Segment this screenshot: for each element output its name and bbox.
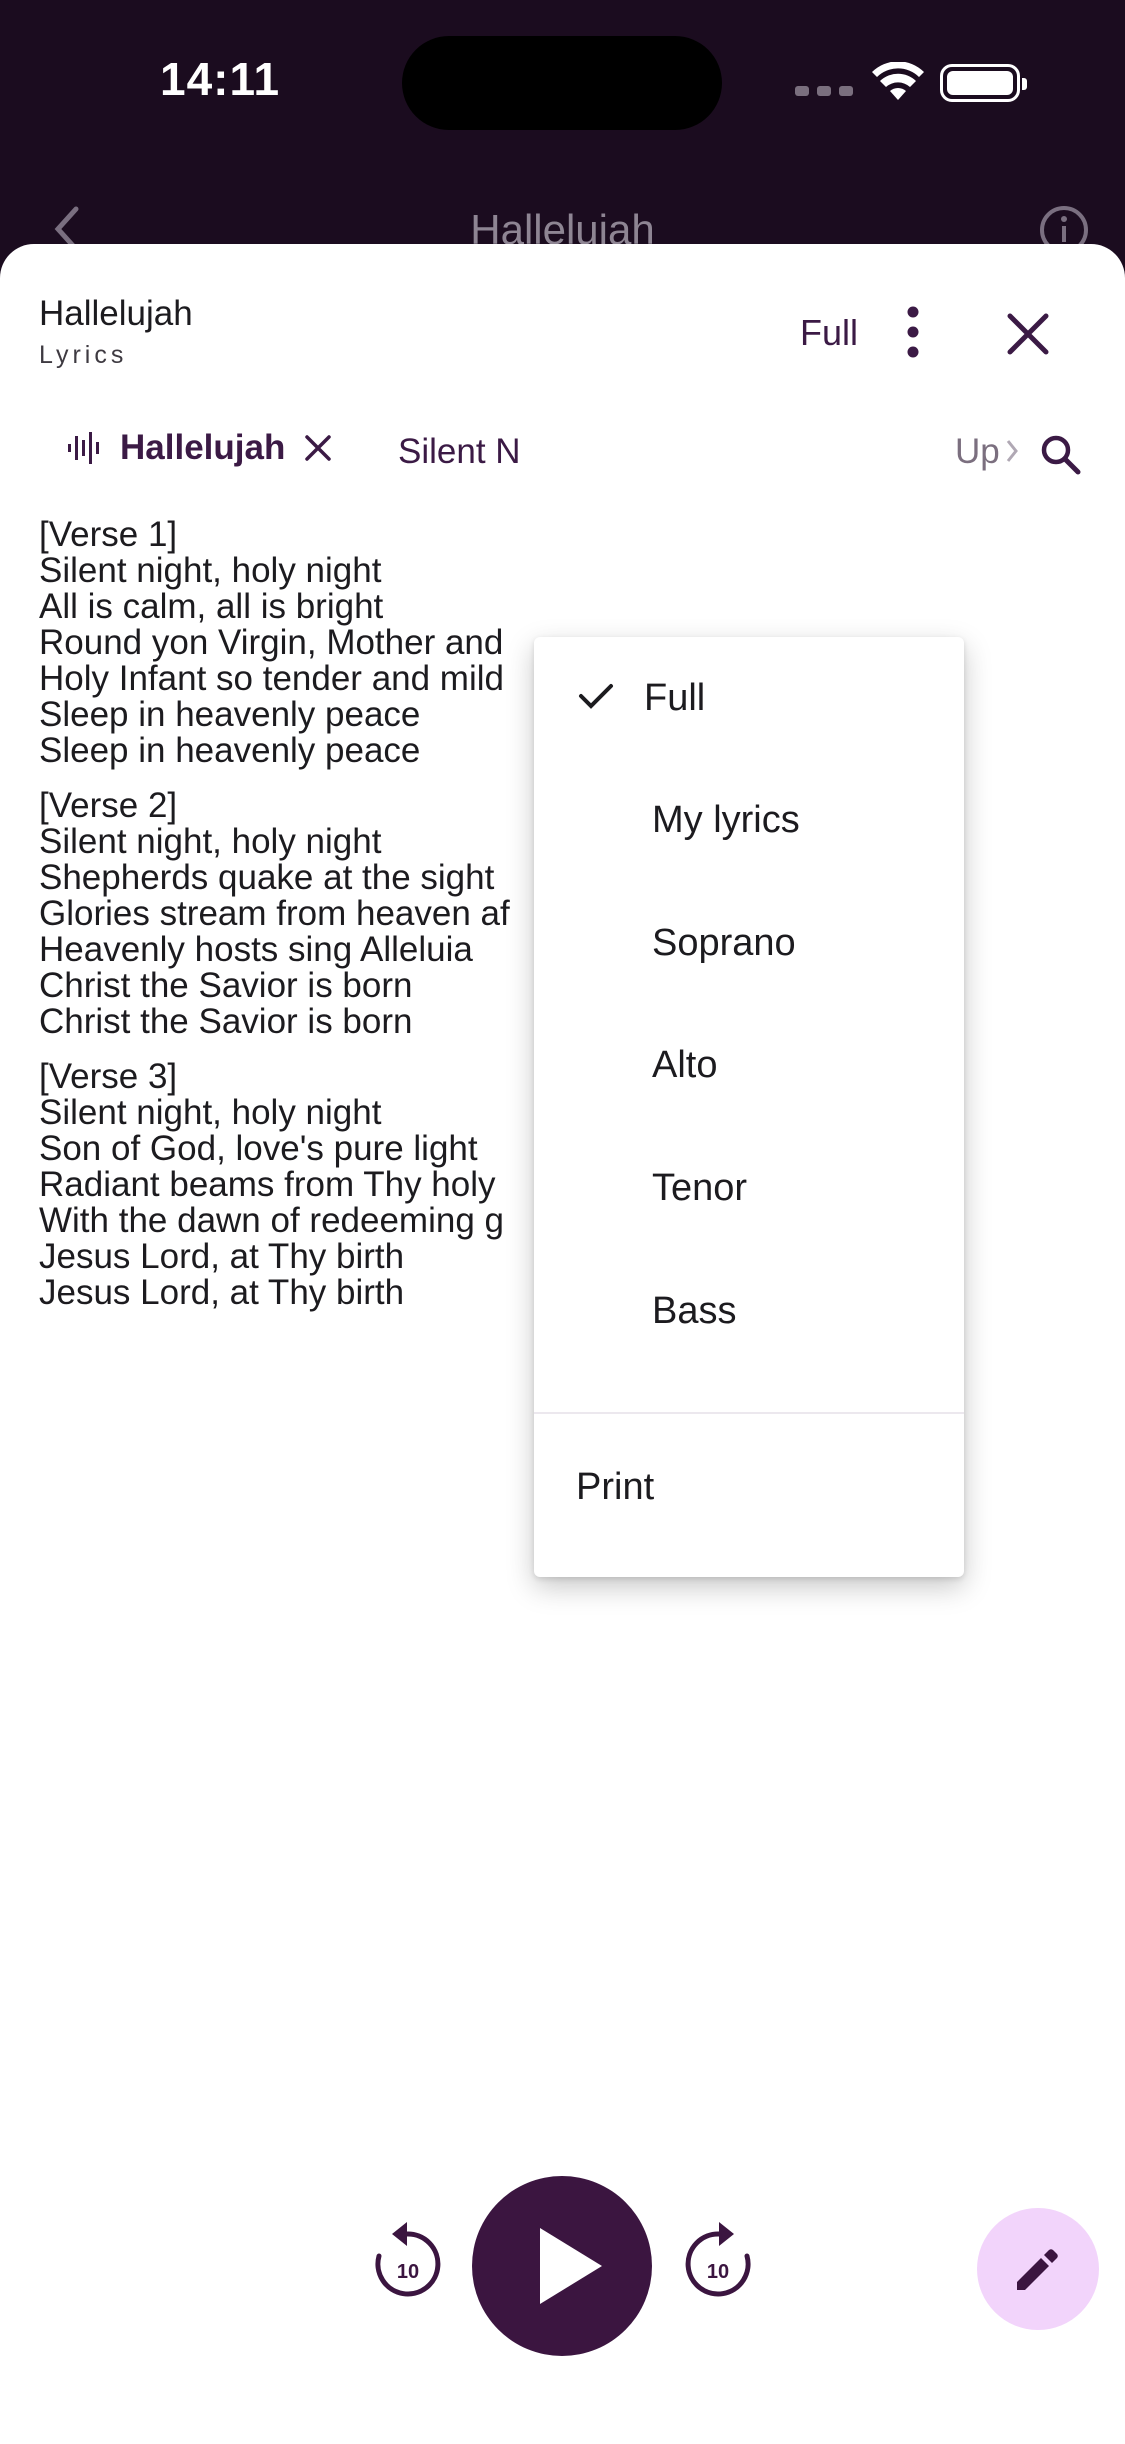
play-icon	[540, 2228, 602, 2304]
menu-item-soprano[interactable]: Soprano	[534, 882, 964, 1004]
menu-item-label: Tenor	[652, 1167, 748, 1209]
menu-item-label: Alto	[652, 1044, 718, 1086]
status-time: 14:11	[160, 53, 281, 105]
wifi-icon	[872, 62, 924, 100]
sheet-subtitle: Lyrics	[39, 341, 128, 369]
status-bar: 14:11	[0, 0, 1125, 160]
menu-item-label: Bass	[652, 1290, 737, 1332]
menu-item-label: Print	[576, 1466, 655, 1508]
mode-selector[interactable]: Full	[800, 312, 858, 354]
edit-icon	[1017, 2249, 1058, 2290]
song-chip-3[interactable]: Up	[955, 432, 1000, 472]
menu-item-bass[interactable]: Bass	[534, 1250, 964, 1372]
chip-close-icon[interactable]	[303, 433, 333, 463]
menu-item-label: Full	[644, 677, 706, 719]
menu-item-full[interactable]: Full	[534, 637, 964, 759]
song-chip-2[interactable]: Silent N	[398, 432, 521, 472]
song-chip-row: Hallelujah Silent N Up	[0, 404, 1125, 494]
menu-divider	[534, 1412, 964, 1414]
edit-button[interactable]	[977, 2208, 1099, 2330]
dynamic-island	[402, 36, 722, 130]
waveform-icon	[68, 432, 99, 464]
lyric-line: All is calm, all is bright	[39, 587, 384, 626]
replay-10-icon[interactable]: 10	[370, 2220, 444, 2304]
lyric-line: [Verse 1]	[39, 515, 178, 554]
check-icon	[579, 684, 613, 709]
menu-item-label: My lyrics	[652, 799, 800, 841]
lyric-line: Silent night, holy night	[39, 551, 382, 590]
menu-item-my-lyrics[interactable]: My lyrics	[534, 759, 964, 881]
close-icon[interactable]	[1000, 306, 1056, 362]
more-vert-icon[interactable]	[886, 302, 940, 362]
menu-item-label: Soprano	[652, 922, 796, 964]
menu-item-print[interactable]: Print	[534, 1421, 964, 1551]
mode-dropdown-menu: Full My lyrics Soprano Alto Tenor Bass P…	[534, 637, 964, 1577]
battery-icon	[940, 64, 1027, 102]
chevron-right-icon	[1006, 440, 1018, 462]
lyrics-sheet: Hallelujah Lyrics Full Hallelujah Silent…	[0, 244, 1125, 2444]
forward-10-icon[interactable]: 10	[682, 2220, 756, 2304]
song-chip-active-label: Hallelujah	[120, 428, 286, 467]
menu-item-alto[interactable]: Alto	[534, 1004, 964, 1126]
replay-seconds: 10	[397, 2261, 419, 2283]
menu-item-tenor[interactable]: Tenor	[534, 1127, 964, 1249]
search-icon[interactable]	[1040, 434, 1082, 476]
song-chip-active[interactable]: Hallelujah	[66, 428, 333, 468]
signal-icon	[795, 86, 853, 96]
forward-seconds: 10	[707, 2261, 729, 2283]
sheet-title: Hallelujah	[39, 294, 193, 333]
play-button[interactable]	[472, 2176, 652, 2356]
